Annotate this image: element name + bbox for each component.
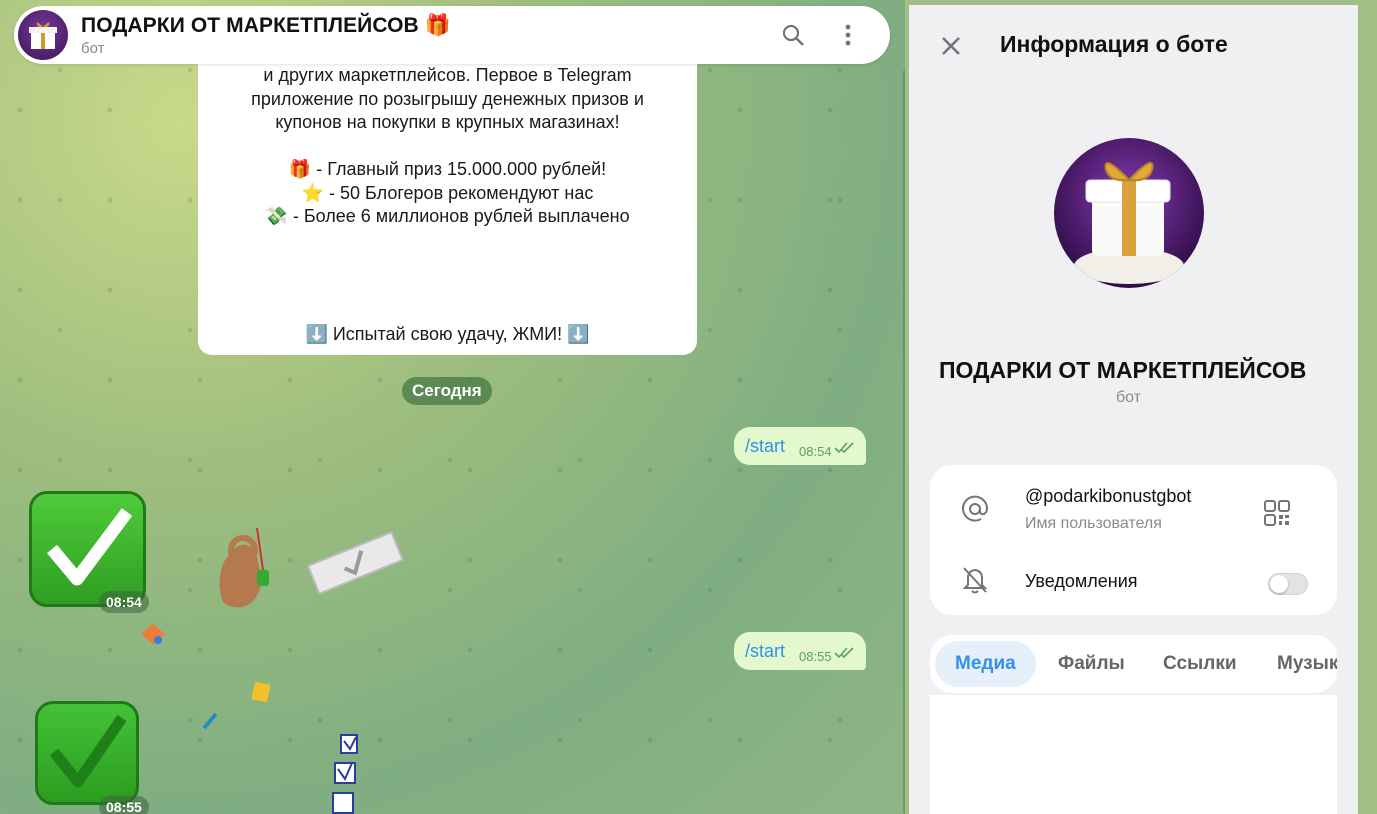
emoji-time: 08:54 bbox=[99, 591, 149, 613]
bot-avatar[interactable] bbox=[1054, 138, 1204, 288]
date-separator: Сегодня bbox=[402, 377, 492, 405]
more-options-icon[interactable] bbox=[833, 20, 863, 50]
search-icon[interactable] bbox=[778, 20, 808, 50]
bell-off-icon bbox=[958, 563, 992, 597]
check-mark-emoji[interactable] bbox=[29, 491, 146, 607]
command-link[interactable]: /start bbox=[745, 641, 785, 662]
command-link[interactable]: /start bbox=[745, 436, 785, 457]
tab-links[interactable]: Ссылки bbox=[1143, 641, 1257, 687]
tab-music[interactable]: Музык bbox=[1257, 641, 1337, 687]
chat-title: ПОДАРКИ ОТ МАРКЕТПЛЕЙСОВ 🎁 bbox=[81, 13, 451, 37]
bot-info-panel: Информация о боте ПОДАРКИ ОТ МАРКЕТПЛЕЙС… bbox=[909, 5, 1358, 814]
username-label: Имя пользователя bbox=[1025, 515, 1162, 532]
check-mark-box-emoji[interactable] bbox=[35, 701, 139, 805]
bot-type: бот bbox=[1115, 389, 1142, 406]
at-sign-icon bbox=[958, 492, 992, 526]
welcome-line: купонов на покупки в крупных магазинах! bbox=[275, 112, 620, 132]
avatar[interactable] bbox=[18, 10, 68, 60]
panel-title: Информация о боте bbox=[1000, 31, 1228, 57]
bot-details-card: @podarkibonustgbot Имя пользователя Увед… bbox=[930, 465, 1337, 615]
media-tabs: Медиа Файлы Ссылки Музык bbox=[930, 635, 1337, 693]
notifications-label: Уведомления bbox=[1025, 571, 1138, 591]
bullet-bloggers: ⭐ - 50 Блогеров рекомендуют нас bbox=[301, 182, 594, 203]
outgoing-message[interactable]: /start 08:55 bbox=[734, 632, 866, 670]
chat-scrollbar[interactable] bbox=[903, 70, 905, 814]
outgoing-message[interactable]: /start 08:54 bbox=[734, 427, 866, 465]
chat-area[interactable]: и других маркетплейсов. Первое в Telegra… bbox=[0, 0, 905, 814]
notifications-row[interactable]: Уведомления bbox=[930, 553, 1337, 615]
message-time: 08:55 bbox=[799, 648, 832, 664]
ok-hand-emoji bbox=[205, 520, 275, 612]
confetti-piece bbox=[200, 710, 220, 732]
username-value[interactable]: @podarkibonustgbot bbox=[1025, 486, 1191, 507]
sticker-checkbox bbox=[305, 530, 405, 595]
bullet-main-prize: 🎁 - Главный приз 15.000.000 рублей! bbox=[288, 159, 607, 179]
message-time: 08:54 bbox=[799, 443, 832, 459]
emoji-time: 08:55 bbox=[99, 796, 149, 814]
bullet-payouts: 💸 - Более 6 миллионов рублей выплачено bbox=[265, 206, 630, 226]
chat-subtitle: бот bbox=[81, 39, 105, 57]
welcome-line: и других маркетплейсов. Первое в Telegra… bbox=[263, 65, 632, 85]
read-checks-icon bbox=[833, 441, 856, 459]
media-content-area bbox=[930, 695, 1337, 814]
checkbox-list-sticker bbox=[330, 733, 360, 814]
close-icon[interactable] bbox=[938, 33, 964, 59]
sparkle-icon bbox=[138, 620, 168, 648]
confetti-piece bbox=[250, 680, 272, 704]
username-row[interactable]: @podarkibonustgbot Имя пользователя bbox=[930, 465, 1337, 553]
notifications-toggle[interactable] bbox=[1268, 573, 1308, 595]
read-checks-icon bbox=[833, 646, 856, 664]
tab-media[interactable]: Медиа bbox=[935, 641, 1036, 687]
welcome-message: и других маркетплейсов. Первое в Telegra… bbox=[198, 60, 697, 355]
chat-header[interactable]: ПОДАРКИ ОТ МАРКЕТПЛЕЙСОВ 🎁 бот bbox=[14, 6, 890, 64]
qr-code-icon[interactable] bbox=[1260, 496, 1294, 530]
welcome-line: приложение по розыгрышу денежных призов … bbox=[251, 88, 644, 109]
welcome-cta: ⬇️ Испытай свою удачу, ЖМИ! ⬇️ bbox=[305, 323, 590, 344]
bot-name: ПОДАРКИ ОТ МАРКЕТПЛЕЙСОВ bbox=[939, 357, 1307, 383]
tab-files[interactable]: Файлы bbox=[1038, 641, 1145, 687]
